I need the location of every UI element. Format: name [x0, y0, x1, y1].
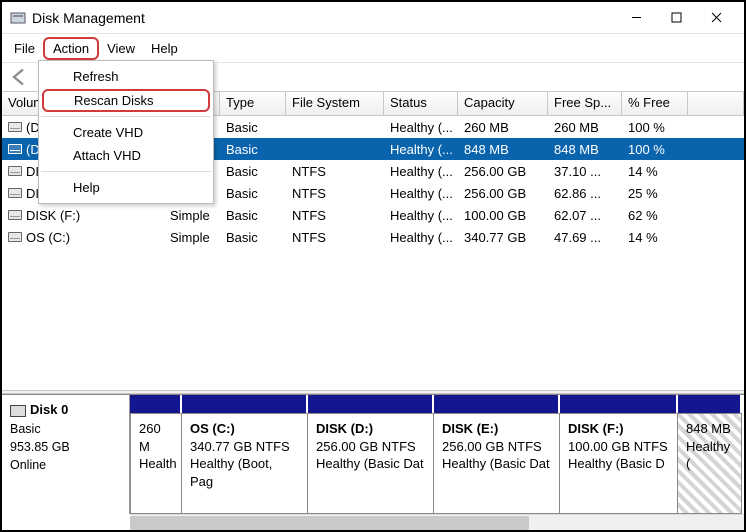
volume-icon — [8, 232, 22, 242]
menu-bar: File Action View Help — [2, 34, 744, 62]
disk-icon — [10, 405, 26, 417]
dropdown-help[interactable]: Help — [39, 176, 213, 199]
scroll-thumb[interactable] — [130, 516, 529, 530]
app-icon — [10, 10, 26, 26]
menu-view[interactable]: View — [99, 39, 143, 58]
volume-icon — [8, 188, 22, 198]
graphical-view: Disk 0 Basic 953.85 GB Online 260 MHealt… — [2, 394, 744, 514]
dropdown-separator — [41, 171, 211, 172]
partition[interactable]: DISK (F:)100.00 GB NTFSHealthy (Basic D — [560, 413, 678, 514]
dropdown-create-vhd[interactable]: Create VHD — [39, 121, 213, 144]
dropdown-separator — [41, 116, 211, 117]
col-type[interactable]: Type — [220, 92, 286, 115]
dropdown-attach-vhd[interactable]: Attach VHD — [39, 144, 213, 167]
disk-size: 953.85 GB — [10, 438, 121, 456]
minimize-button[interactable] — [616, 4, 656, 32]
dropdown-refresh[interactable]: Refresh — [39, 65, 213, 88]
table-row[interactable]: OS (C:)SimpleBasicNTFSHealthy (...340.77… — [2, 226, 744, 248]
col-status[interactable]: Status — [384, 92, 458, 115]
action-dropdown: Refresh Rescan Disks Create VHD Attach V… — [38, 60, 214, 204]
col-capacity[interactable]: Capacity — [458, 92, 548, 115]
volume-icon — [8, 144, 22, 154]
partition[interactable]: OS (C:)340.77 GB NTFSHealthy (Boot, Pag — [182, 413, 308, 514]
maximize-button[interactable] — [656, 4, 696, 32]
partition[interactable]: 260 MHealth — [130, 413, 182, 514]
blank-area — [2, 248, 744, 390]
table-row[interactable]: DISK (F:)SimpleBasicNTFSHealthy (...100.… — [2, 204, 744, 226]
titlebar: Disk Management — [2, 2, 744, 34]
disk-status: Online — [10, 456, 121, 474]
col-pctfree[interactable]: % Free — [622, 92, 688, 115]
col-free[interactable]: Free Sp... — [548, 92, 622, 115]
disk-management-window: Disk Management File Action View Help Vo… — [0, 0, 746, 532]
col-filesystem[interactable]: File System — [286, 92, 384, 115]
disk-type: Basic — [10, 420, 121, 438]
dropdown-rescan-disks[interactable]: Rescan Disks — [42, 89, 210, 112]
volume-icon — [8, 166, 22, 176]
menu-file[interactable]: File — [6, 39, 43, 58]
volume-icon — [8, 122, 22, 132]
menu-action[interactable]: Action — [43, 37, 99, 60]
disk-info[interactable]: Disk 0 Basic 953.85 GB Online — [2, 395, 130, 514]
back-button[interactable] — [8, 65, 32, 89]
volume-icon — [8, 210, 22, 220]
partition[interactable]: DISK (D:)256.00 GB NTFSHealthy (Basic Da… — [308, 413, 434, 514]
disk-name: Disk 0 — [30, 402, 68, 417]
partition-strip: 260 MHealthOS (C:)340.77 GB NTFSHealthy … — [130, 395, 744, 514]
horizontal-scrollbar[interactable] — [130, 514, 744, 530]
partition[interactable]: DISK (E:)256.00 GB NTFSHealthy (Basic Da… — [434, 413, 560, 514]
partition[interactable]: 848 MBHealthy ( — [678, 413, 742, 514]
col-spacer — [688, 92, 744, 115]
menu-help[interactable]: Help — [143, 39, 186, 58]
close-button[interactable] — [696, 4, 736, 32]
window-title: Disk Management — [32, 10, 145, 26]
